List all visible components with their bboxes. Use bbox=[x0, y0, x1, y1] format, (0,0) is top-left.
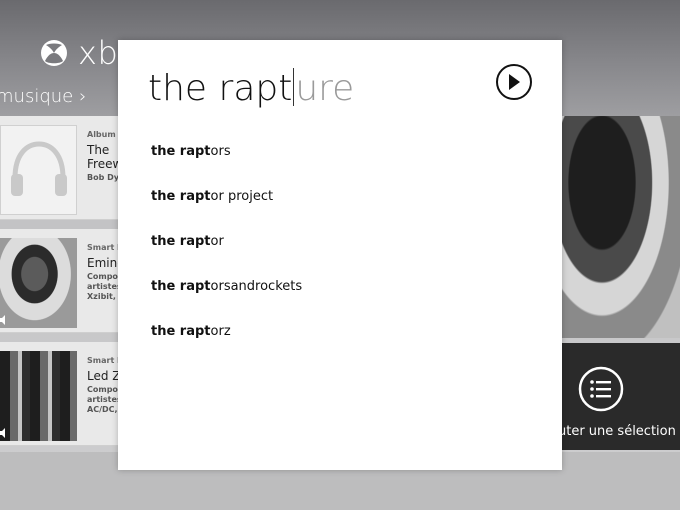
section-link-musique[interactable]: musique › bbox=[0, 86, 86, 107]
artist-photo bbox=[0, 238, 77, 328]
card-sub: Compor artistes AC/DC, bbox=[87, 385, 118, 414]
search-input[interactable]: the rapt ure bbox=[148, 62, 354, 110]
card-type: Smart D bbox=[87, 356, 118, 365]
band-photo bbox=[0, 351, 77, 441]
headphones-thumbnail bbox=[0, 125, 77, 215]
content-card[interactable]: Album The Freew Bob Dyl bbox=[0, 116, 118, 220]
section-label: musique bbox=[0, 86, 74, 107]
card-type: Album bbox=[87, 130, 116, 139]
search-suggestion[interactable]: the raptorsandrockets bbox=[151, 279, 302, 294]
suggestion-match: the rapt bbox=[151, 324, 211, 339]
search-suggestion[interactable]: the raptorz bbox=[151, 324, 231, 339]
search-flyout: the rapt ure the raptors the raptor proj… bbox=[118, 40, 562, 470]
headphones-icon bbox=[11, 141, 67, 196]
featured-artist-photo[interactable] bbox=[560, 116, 680, 338]
suggestion-match: the rapt bbox=[151, 234, 211, 249]
card-meta: Smart D Led Z Compor artistes AC/DC, bbox=[87, 356, 118, 415]
search-suggestion[interactable]: the raptor bbox=[151, 234, 224, 249]
app-brand: xb bbox=[40, 34, 118, 72]
list-icon bbox=[578, 366, 624, 412]
search-go-button[interactable] bbox=[496, 64, 532, 100]
text-caret bbox=[293, 68, 295, 106]
suggestion-rest: ors bbox=[210, 144, 231, 159]
brand-text: xb bbox=[78, 34, 119, 72]
sound-icon bbox=[0, 315, 5, 325]
card-title: Emine bbox=[87, 256, 118, 270]
suggestion-rest: orsandrockets bbox=[210, 279, 303, 294]
card-meta: Album The Freew Bob Dyl bbox=[87, 130, 118, 183]
card-title: Led Z bbox=[87, 369, 118, 383]
xbox-logo-icon bbox=[41, 40, 67, 66]
suggestion-match: the rapt bbox=[151, 189, 211, 204]
search-autocomplete-text: ure bbox=[295, 68, 355, 109]
card-type: Smart D bbox=[87, 243, 118, 252]
search-typed-text: the rapt bbox=[148, 68, 293, 109]
chevron-right-icon: › bbox=[79, 86, 87, 107]
search-suggestion[interactable]: the raptor project bbox=[151, 189, 273, 204]
search-suggestion[interactable]: the raptors bbox=[151, 144, 231, 159]
card-sub: Compor artistes Xzibit, K bbox=[87, 272, 118, 301]
content-card[interactable]: Smart D Emine Compor artistes Xzibit, K bbox=[0, 229, 118, 333]
card-sub: Bob Dyl bbox=[87, 173, 118, 182]
card-title: The Freew bbox=[87, 143, 118, 171]
suggestion-match: the rapt bbox=[151, 279, 211, 294]
suggestion-match: the rapt bbox=[151, 144, 211, 159]
content-card[interactable]: Smart D Led Z Compor artistes AC/DC, bbox=[0, 342, 118, 446]
suggestion-rest: orz bbox=[210, 324, 231, 339]
card-meta: Smart D Emine Compor artistes Xzibit, K bbox=[87, 243, 118, 302]
suggestion-rest: or bbox=[210, 234, 224, 249]
sound-icon bbox=[0, 428, 5, 438]
play-arrow-icon bbox=[509, 74, 520, 90]
add-selection-label: uter une sélection bbox=[558, 424, 676, 439]
suggestion-rest: or project bbox=[210, 189, 274, 204]
